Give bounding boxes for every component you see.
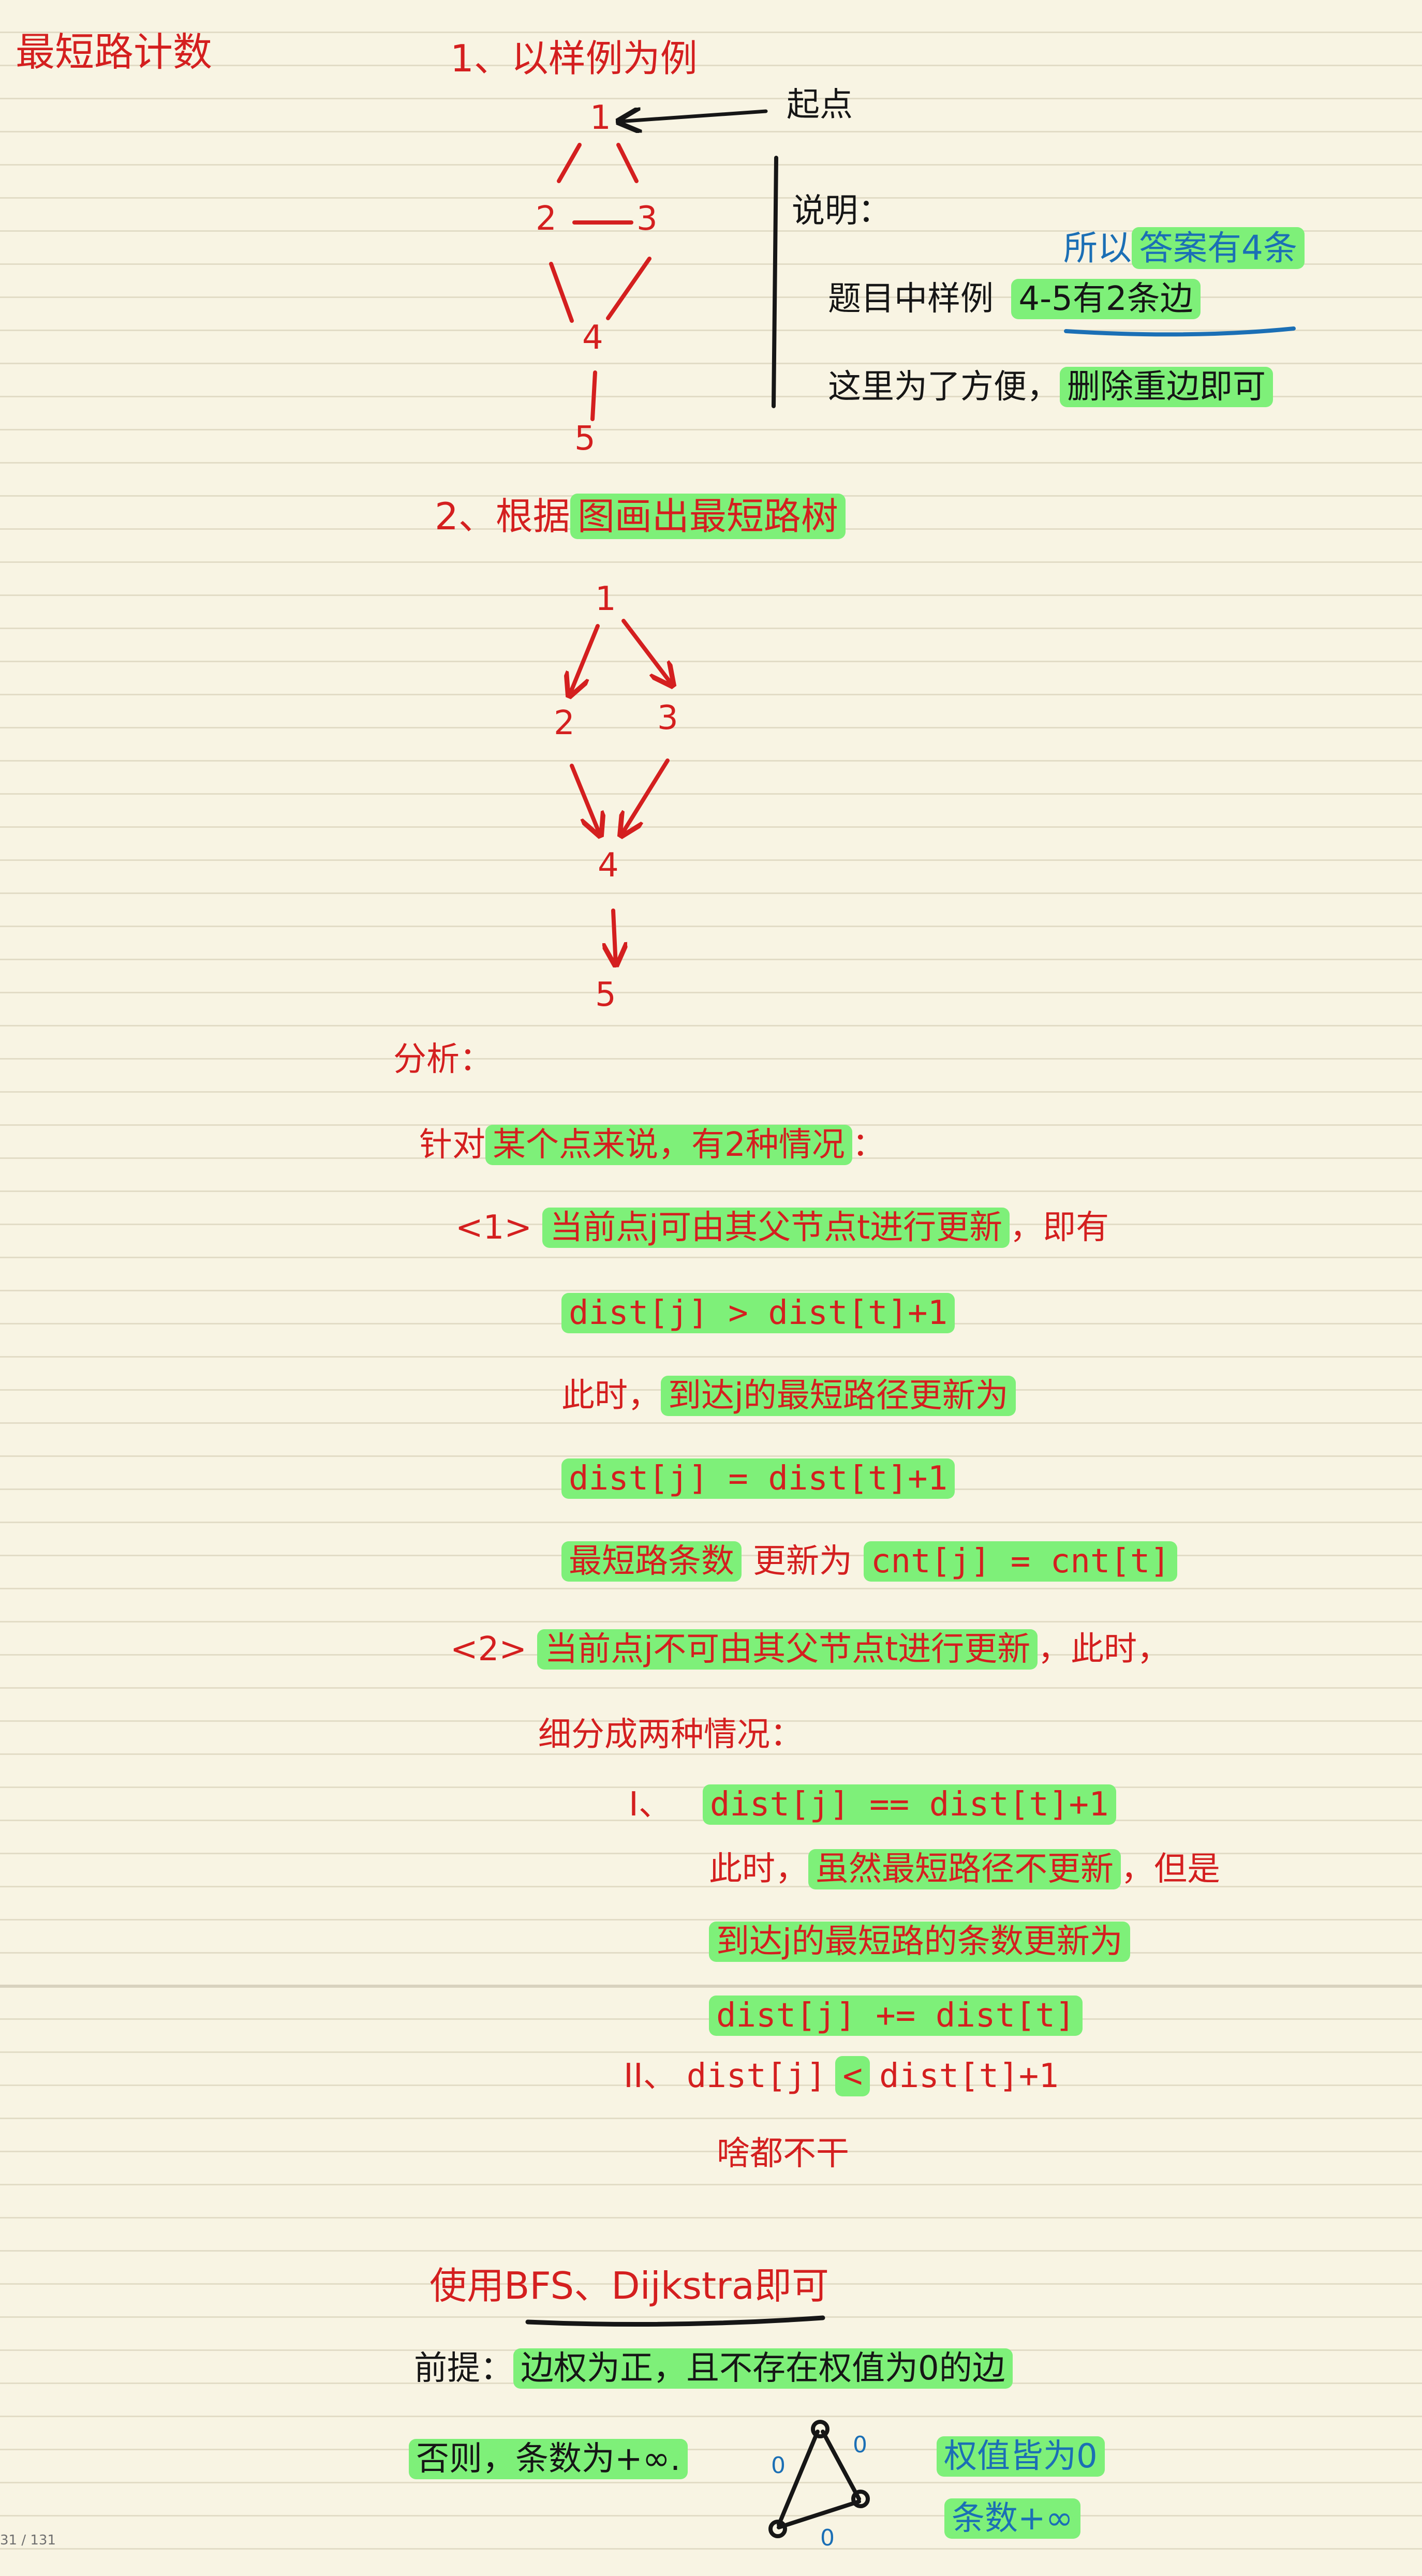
note-line-2: 这里为了方便， 删除重边即可 (828, 367, 1273, 407)
sub2-marker: II、 (624, 2057, 676, 2095)
note-line-1-highlight: 4-5有2条边 (1011, 279, 1201, 319)
premise-line: 前提： 边权为正，且不存在权值为0的边 (414, 2348, 1013, 2389)
edge-label-0-c: 0 (820, 2525, 835, 2551)
sub2-left: dist[j] (686, 2057, 826, 2095)
page-title: 最短路计数 (16, 29, 212, 75)
analysis-intro-suffix: ： (852, 1126, 885, 1164)
case1-then: 此时， 到达j的最短路径更新为 (561, 1376, 1016, 1416)
tree-node-1: 1 (595, 580, 616, 618)
case1-condition-highlight: dist[j] > dist[t]+1 (561, 1293, 955, 1333)
premise-label: 前提： (414, 2349, 513, 2388)
edge-label-0-b: 0 (853, 2432, 867, 2458)
case1-condition: dist[j] > dist[t]+1 (561, 1293, 955, 1333)
analysis-intro: 针对 某个点来说，有2种情况： (419, 1125, 885, 1165)
case2-highlight: 当前点j不可由其父节点t进行更新 (537, 1629, 1038, 1670)
start-arrow (618, 111, 768, 122)
sub1-condition: dist[j] == dist[t]+1 (702, 1784, 1116, 1825)
sample-node-1: 1 (590, 99, 611, 137)
case1-count-assign: cnt[j] = cnt[t] (864, 1541, 1177, 1582)
otherwise-highlight: 否则，条数为+∞. (409, 2439, 688, 2479)
sub1-assign: dist[j] += dist[t] (709, 1996, 1083, 2036)
sub1-then-suffix: ，但是 (1121, 1850, 1220, 1888)
blue-underline (1064, 326, 1296, 337)
note-line-2-text: 这里为了方便， (828, 368, 1060, 406)
sub2-line: II、 dist[j] < dist[t]+1 (624, 2056, 1059, 2096)
premise-highlight: 边权为正，且不存在权值为0的边 (513, 2348, 1013, 2389)
use-algorithms: 使用BFS、Dijkstra即可 (429, 2264, 829, 2307)
tree-node-5: 5 (595, 976, 616, 1014)
page-separator (0, 1985, 1422, 1988)
case1-then-highlight: 到达j的最短路径更新为 (661, 1376, 1016, 1416)
note-title: 说明： (792, 192, 891, 230)
blue-note: 所以 答案有4条 (1063, 227, 1305, 269)
case1-count-highlight: 最短路条数 (561, 1541, 742, 1582)
case2-line: <2> 当前点j不可由其父节点t进行更新 ，此时， (450, 1629, 1171, 1670)
case2-suffix: ，此时， (1038, 1630, 1171, 1669)
analysis-intro-prefix: 针对 (419, 1126, 485, 1164)
sub1-line2-highlight: 到达j的最短路的条数更新为 (709, 1922, 1130, 1962)
case1-line: <1> 当前点j可由其父节点t进行更新 ，即有 (455, 1208, 1109, 1248)
note-line-2-highlight: 删除重边即可 (1060, 367, 1273, 407)
zero-weight-note-1: 权值皆为0 (937, 2436, 1105, 2477)
case1-assign: dist[j] = dist[t]+1 (561, 1458, 955, 1499)
sub1-then-prefix: 此时， (709, 1850, 808, 1888)
section2-heading: 2、根据 图画出最短路树 (435, 494, 846, 539)
sub1-then-highlight: 虽然最短路径不更新 (808, 1849, 1121, 1889)
case1-count: 最短路条数 更新为 cnt[j] = cnt[t] (561, 1541, 1177, 1582)
case1-suffix: ，即有 (1010, 1209, 1109, 1247)
case1-marker: <1> (455, 1209, 532, 1247)
analysis-intro-highlight: 某个点来说，有2种情况 (485, 1125, 852, 1165)
tree-node-2: 2 (554, 704, 575, 742)
blue-note-highlight: 答案有4条 (1132, 227, 1305, 269)
case2-split: 细分成两种情况： (538, 1716, 803, 1754)
start-label: 起点 (787, 86, 853, 124)
sample-node-3: 3 (636, 200, 658, 238)
note-line-1: 题目中样例 4-5有2条边 (828, 279, 1201, 319)
case2-marker: <2> (450, 1630, 527, 1669)
note-line-1-text: 题目中样例 (828, 280, 994, 318)
case1-highlight: 当前点j可由其父节点t进行更新 (542, 1208, 1010, 1248)
blue-note-prefix: 所以 (1063, 228, 1132, 268)
sub2-result: 啥都不干 (717, 2135, 849, 2173)
sample-node-4: 4 (582, 319, 603, 357)
section1-heading: 1、以样例为例 (450, 37, 698, 80)
bfs-underline (525, 2315, 825, 2327)
otherwise-line: 否则，条数为+∞. (409, 2439, 688, 2479)
section2-heading-highlight: 图画出最短路树 (570, 494, 846, 539)
zero-weight-note-2-highlight: 条数+∞ (944, 2498, 1080, 2539)
case1-count-mid: 更新为 (753, 1542, 852, 1581)
case1-then-prefix: 此时， (561, 1377, 661, 1415)
sample-node-2: 2 (536, 200, 557, 238)
edge-label-0-a: 0 (771, 2452, 786, 2479)
tree-node-3: 3 (657, 699, 678, 737)
sub2-right: dist[t]+1 (879, 2057, 1059, 2095)
page-indicator: 31 / 131 (0, 2533, 56, 2548)
analysis-label: 分析： (393, 1040, 493, 1079)
sample-graph-edges (549, 143, 651, 421)
note-divider (772, 156, 778, 408)
zero-weight-note-2: 条数+∞ (944, 2498, 1080, 2539)
sub2-operator: < (835, 2056, 870, 2096)
case1-assign-highlight: dist[j] = dist[t]+1 (561, 1458, 955, 1499)
zero-weight-note-1-highlight: 权值皆为0 (937, 2436, 1105, 2477)
sub1-line2: 到达j的最短路的条数更新为 (709, 1922, 1130, 1962)
section2-heading-prefix: 2、根据 (435, 495, 570, 538)
shortest-path-tree-arrows (569, 619, 673, 965)
sample-node-5: 5 (574, 420, 596, 458)
sub1-marker: I、 (629, 1785, 672, 1824)
sub1-assign-highlight: dist[j] += dist[t] (709, 1996, 1083, 2036)
sub1-then: 此时， 虽然最短路径不更新 ，但是 (709, 1849, 1220, 1889)
tree-node-4: 4 (598, 846, 619, 885)
sub1-line: I、 dist[j] == dist[t]+1 (629, 1784, 1116, 1825)
